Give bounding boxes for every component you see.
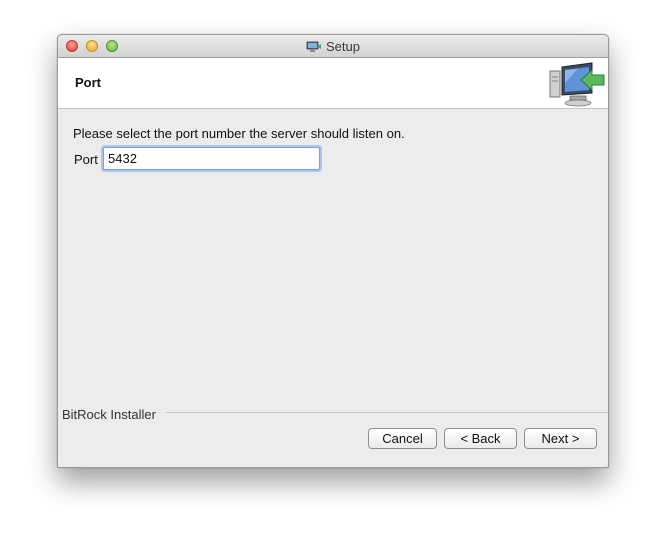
port-label: Port [74,152,98,167]
page-header: Port [58,58,608,109]
page-title: Port [75,75,101,90]
setup-window: Setup Port Please select the port number… [57,34,609,468]
brand-label: BitRock Installer [62,407,158,422]
port-input[interactable] [103,147,320,170]
setup-app-icon [306,41,321,52]
instruction-text: Please select the port number the server… [73,126,405,141]
cancel-button[interactable]: Cancel [368,428,437,449]
next-button[interactable]: Next > [524,428,597,449]
installer-computer-icon [549,62,605,107]
footer-divider [166,412,608,413]
back-button[interactable]: < Back [444,428,517,449]
title-bar[interactable]: Setup [58,35,608,58]
window-title: Setup [326,38,360,54]
window-title-area: Setup [58,35,608,57]
